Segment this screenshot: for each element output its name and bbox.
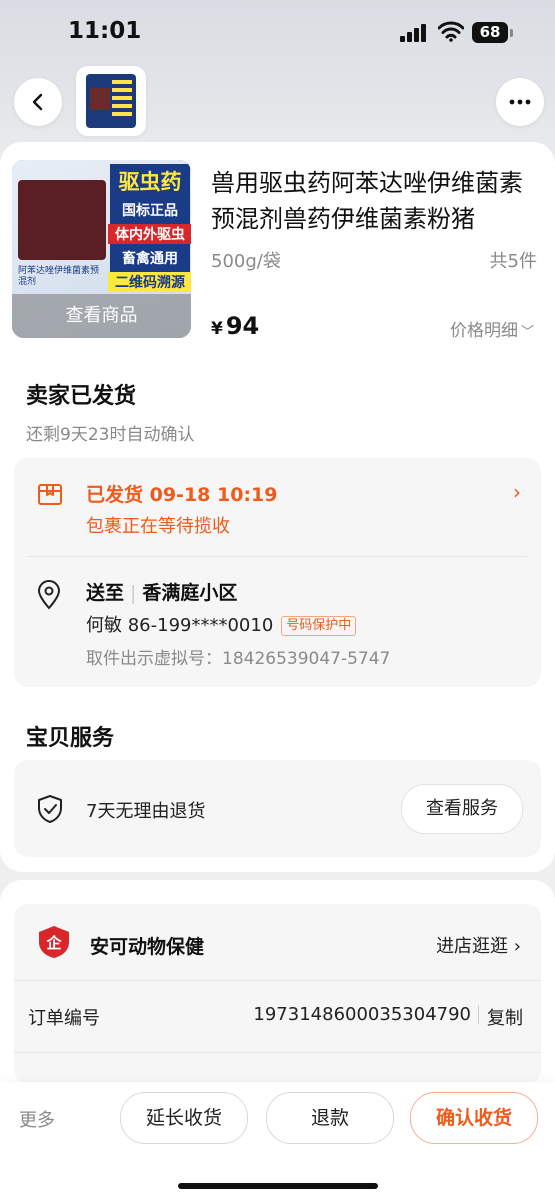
price-value: 94 [225, 312, 260, 340]
home-indicator [178, 1183, 378, 1189]
divider [14, 1052, 541, 1053]
shop-info-box: 企 安可动物保健 进店逛逛 › 订单编号 1973148600035304790… [14, 904, 541, 1084]
more-options-button[interactable] [496, 78, 544, 126]
shipping-status: 已发货 09-18 10:19 [86, 484, 278, 506]
service-section-title: 宝贝服务 [26, 726, 115, 751]
battery-level: 68 [472, 22, 508, 43]
divider [14, 980, 541, 981]
visit-shop-label: 进店逛逛 [436, 936, 509, 957]
divider [28, 556, 527, 557]
wifi-icon [438, 21, 464, 42]
product-title[interactable]: 兽用驱虫药阿苯达唑伊维菌素预混剂兽药伊维菌素粉猪 [211, 165, 541, 237]
more-actions-link[interactable]: 更多 [19, 1106, 55, 1132]
status-bar: 11:01 68 [0, 0, 555, 62]
auto-confirm-countdown: 还剩9天23时自动确认 [26, 425, 195, 445]
chevron-right-icon: › [513, 936, 521, 957]
product-spec: 500g/袋 [211, 251, 281, 272]
shipping-status-row[interactable]: 已发货 09-18 10:19 包裹正在等待揽收 › [14, 458, 541, 556]
delivery-info-box: 已发货 09-18 10:19 包裹正在等待揽收 › 送至 | 香满庭小区 何敏 8… [14, 458, 541, 687]
chevron-down-icon: ﹀ [521, 325, 535, 340]
pickup-virtual-number: 取件出示虚拟号：18426539047-5747 [86, 649, 391, 669]
product-package-art [18, 180, 106, 260]
bottom-action-bar: 更多 延长收货 退款 确认收货 [0, 1082, 555, 1200]
shop-logo-icon: 企 [39, 926, 69, 958]
service-box: 7天无理由退货 查看服务 [14, 760, 541, 857]
extend-receipt-button[interactable]: 延长收货 [120, 1092, 248, 1144]
order-number-label: 订单编号 [28, 1008, 100, 1029]
package-icon [38, 484, 62, 505]
product-thumbnail-image [86, 74, 136, 128]
divider [478, 1006, 479, 1024]
shipping-detail: 包裹正在等待揽收 [86, 516, 230, 537]
cellular-signal-icon [400, 22, 428, 42]
location-pin-icon [37, 580, 61, 610]
price-detail-link[interactable]: 价格明细 ﹀ [450, 316, 534, 341]
view-product-button[interactable]: 查看商品 [12, 294, 191, 338]
chevron-right-icon: › [513, 480, 521, 504]
ellipsis-icon [509, 99, 531, 105]
package-line: 二维码溯源 [108, 272, 191, 292]
chevron-left-icon [32, 93, 43, 111]
back-button[interactable] [14, 78, 62, 126]
package-line: 国标正品 [122, 203, 178, 219]
product-quantity: 共5件 [489, 251, 537, 272]
visit-shop-link[interactable]: 进店逛逛 › [436, 932, 521, 958]
refund-button[interactable]: 退款 [266, 1092, 394, 1144]
package-title: 驱虫药 [118, 170, 182, 194]
svg-text:企: 企 [45, 934, 62, 952]
privacy-badge: 号码保护中 [281, 616, 357, 636]
battery-tip-icon [510, 29, 513, 37]
address-prefix: 送至 [86, 582, 125, 604]
shield-check-icon [38, 795, 62, 823]
copy-order-number-button[interactable]: 复制 [487, 1004, 523, 1030]
product-price: ¥94 [211, 312, 259, 340]
recipient-name-phone: 何敏 86-199****0010 [86, 615, 274, 636]
service-item: 7天无理由退货 [86, 801, 206, 822]
package-line: 体内外驱虫 [108, 224, 191, 244]
view-service-button[interactable]: 查看服务 [401, 784, 523, 834]
status-time: 11:01 [68, 18, 142, 44]
recipient-info: 何敏 86-199****0010 号码保护中 [86, 611, 357, 637]
currency-symbol: ¥ [211, 319, 223, 339]
delivery-address: 送至 | 香满庭小区 [86, 582, 238, 604]
package-line: 畜禽通用 [122, 251, 178, 267]
product-thumbnail[interactable] [76, 66, 146, 136]
address-community: 香满庭小区 [142, 582, 238, 604]
order-number: 1973148600035304790 [253, 1004, 471, 1025]
shop-name[interactable]: 安可动物保健 [90, 932, 204, 959]
price-detail-label: 价格明细 [450, 321, 518, 341]
order-status-title: 卖家已发货 [26, 384, 137, 409]
product-image[interactable]: 驱虫药 国标正品 体内外驱虫 畜禽通用 二维码溯源 阿苯达唑伊维菌素预混剂 查看… [12, 160, 191, 338]
package-subtitle: 阿苯达唑伊维菌素预混剂 [18, 266, 100, 287]
confirm-receipt-button[interactable]: 确认收货 [410, 1092, 538, 1144]
